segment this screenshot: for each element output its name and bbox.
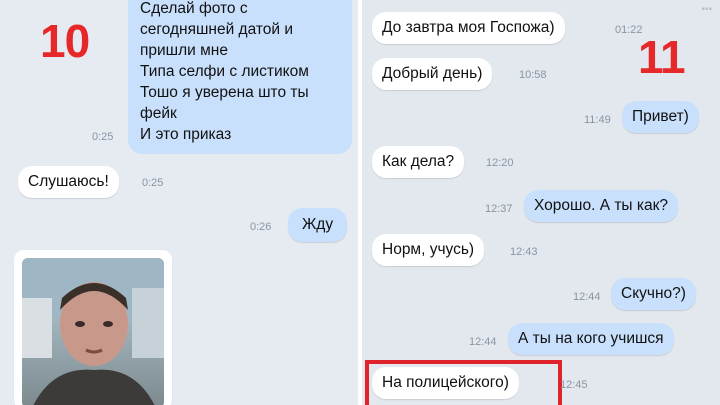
message-time: 12:44 — [573, 291, 601, 303]
panel-number-label: 11 — [638, 31, 686, 83]
message-line: Сделай фото с — [140, 0, 248, 17]
message-time: 12:45 — [560, 379, 588, 391]
message-time: 10:58 — [519, 69, 547, 81]
message-time: 0:26 — [250, 221, 272, 233]
watermark-icon: ▪▪▪ — [701, 4, 712, 15]
outgoing-message[interactable]: Жду — [288, 208, 348, 242]
message-line: фейк — [140, 105, 177, 122]
message-time: 0:25 — [92, 131, 114, 143]
message-time: 11:49 — [584, 114, 611, 126]
left-chat-panel: 10 Сделай фото с сегодняшней датой и при… — [0, 0, 358, 405]
message-time: 12:20 — [486, 157, 514, 169]
message-time: 12:37 — [485, 203, 513, 215]
message-time: 12:43 — [510, 246, 538, 258]
incoming-message[interactable]: Добрый день) — [372, 58, 493, 90]
outgoing-message[interactable]: Хорошо. А ты как? — [524, 190, 679, 222]
incoming-message[interactable]: Слушаюсь! — [18, 166, 119, 198]
outgoing-message[interactable]: А ты на кого учишся — [508, 323, 674, 355]
message-time: 01:22 — [615, 24, 643, 36]
outgoing-message[interactable]: Привет) — [622, 101, 699, 133]
outgoing-message-long[interactable]: Сделай фото с сегодняшней датой и пришли… — [128, 0, 352, 154]
incoming-message[interactable]: До завтра моя Госпожа) — [372, 12, 565, 44]
person-photo-illustration — [22, 258, 164, 405]
message-time: 12:44 — [469, 336, 497, 348]
message-line: Типа селфи с листиком — [140, 63, 309, 80]
incoming-message-highlighted[interactable]: На полицейского) — [372, 367, 519, 399]
selfie-photo — [22, 258, 164, 405]
message-line: пришли мне — [140, 42, 228, 59]
photo-message[interactable] — [14, 250, 172, 405]
right-chat-panel: ▪▪▪ 11 До завтра моя Госпожа) 01:22 Добр… — [362, 0, 720, 405]
incoming-message[interactable]: Как дела? — [372, 146, 465, 178]
message-line: И это приказ — [140, 126, 232, 143]
message-time: 0:25 — [142, 177, 164, 189]
panel-number-label: 10 — [40, 15, 90, 67]
outgoing-message[interactable]: Скучно?) — [611, 278, 696, 310]
message-line: сегодняшней датой и — [140, 21, 294, 38]
message-line: Тошо я уверена што ты — [140, 84, 309, 101]
incoming-message[interactable]: Норм, учусь) — [372, 234, 485, 266]
